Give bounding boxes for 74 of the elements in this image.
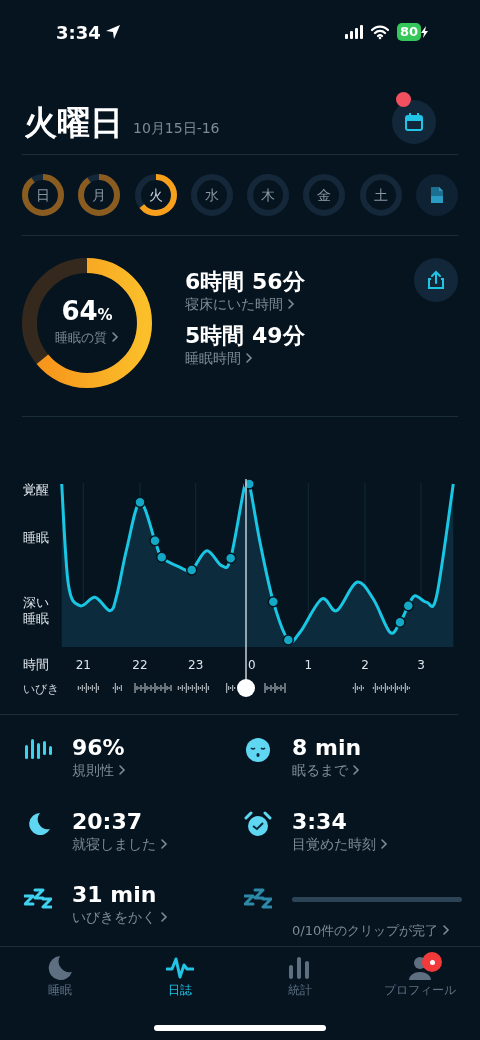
duration-value: 5時間 49分 [185, 324, 306, 349]
metric-value: 31 min [72, 882, 158, 908]
chevron-icon [442, 924, 451, 937]
alarm-clock-icon [244, 810, 272, 837]
wifi-icon [370, 24, 389, 40]
chevron-icon [352, 764, 360, 777]
metric-link[interactable]: 就寝しました [72, 833, 168, 855]
date-range: 10月15日-16 [133, 118, 220, 138]
waveform-icon [166, 955, 194, 981]
moon-icon [46, 955, 74, 981]
day-ring-button[interactable]: 火 [134, 174, 177, 216]
share-icon [426, 270, 446, 290]
day-progress-ring [190, 174, 233, 216]
sleeping-face-icon [244, 737, 272, 763]
location-arrow-icon [104, 24, 121, 40]
day-ring-button[interactable]: 土 [359, 174, 402, 216]
signal-icon [344, 25, 363, 39]
day-ring-button[interactable]: 月 [78, 174, 121, 216]
tab-button[interactable]: 統計 [240, 955, 360, 999]
axis-label: 深い睡眠 [23, 595, 49, 626]
chevron-icon [380, 837, 388, 850]
metric-value: 20:37 [72, 808, 144, 834]
day-ring-button[interactable]: 水 [190, 174, 233, 216]
metric-value: 3:34 [292, 808, 348, 834]
day-progress-ring [247, 174, 290, 216]
duration-value: 6時間 56分 [185, 270, 306, 295]
day-title: 火曜日 [24, 105, 123, 139]
metric-link[interactable]: 規則性 [72, 760, 126, 782]
hour-label: 2 [361, 658, 369, 672]
stat-link[interactable]: 睡眠時間 [185, 348, 414, 370]
metric-link[interactable]: 眠るまで [292, 760, 362, 782]
chevron-icon [160, 837, 168, 850]
day-ring-button[interactable]: 金 [303, 174, 346, 216]
chevron-icon [111, 331, 119, 344]
hour-label: 0 [247, 658, 256, 672]
tab-button[interactable]: 睡眠 [0, 955, 120, 999]
axis-label: 時間 [23, 657, 49, 672]
tab-button[interactable]: 日誌 [120, 955, 240, 999]
tab-button[interactable]: プロフィール [360, 955, 480, 999]
document-icon [428, 186, 445, 204]
snore-label: いびき [23, 682, 59, 696]
day-progress-ring [22, 174, 64, 216]
metric-value: 96% [72, 735, 126, 761]
hour-label: 21 [75, 658, 91, 672]
axis-label: 睡眠 [23, 530, 49, 545]
day-ring-button[interactable]: 木 [247, 174, 290, 216]
day-progress-ring [134, 174, 177, 216]
day-progress-ring [359, 174, 402, 216]
day-ring-button[interactable]: 日 [22, 174, 64, 216]
day-progress-ring [303, 174, 346, 216]
axis-label: 覚醒 [23, 482, 49, 497]
sleep-quality-link[interactable]: 睡眠の質 [55, 328, 119, 348]
hour-label: 1 [304, 658, 313, 672]
day-progress-ring [78, 174, 121, 216]
quality-score: 64% [61, 298, 113, 325]
share-button[interactable] [414, 258, 458, 302]
playhead-handle[interactable] [237, 679, 255, 697]
calendar-button[interactable] [392, 100, 436, 144]
metric-link[interactable]: 目覚めた時刻 [292, 833, 388, 855]
metric-link[interactable]: 0/10件のクリップが完了 [292, 921, 462, 941]
report-button[interactable] [415, 174, 458, 216]
calendar-icon [404, 112, 424, 132]
battery-indicator: 80 [396, 23, 421, 41]
clock-time: 3:34 [56, 20, 101, 45]
chevron-icon [118, 764, 126, 777]
stat-link[interactable]: 寝床にいた時間 [185, 294, 414, 316]
hour-label: 23 [188, 658, 204, 672]
hour-label: 22 [132, 658, 148, 672]
chevron-icon [287, 298, 295, 311]
metric-link[interactable]: いびきをかく [72, 907, 168, 929]
metric-value: 8 min [292, 735, 362, 761]
chevron-icon [245, 352, 253, 365]
chevron-icon [160, 911, 168, 924]
hour-label: 3 [417, 658, 425, 672]
